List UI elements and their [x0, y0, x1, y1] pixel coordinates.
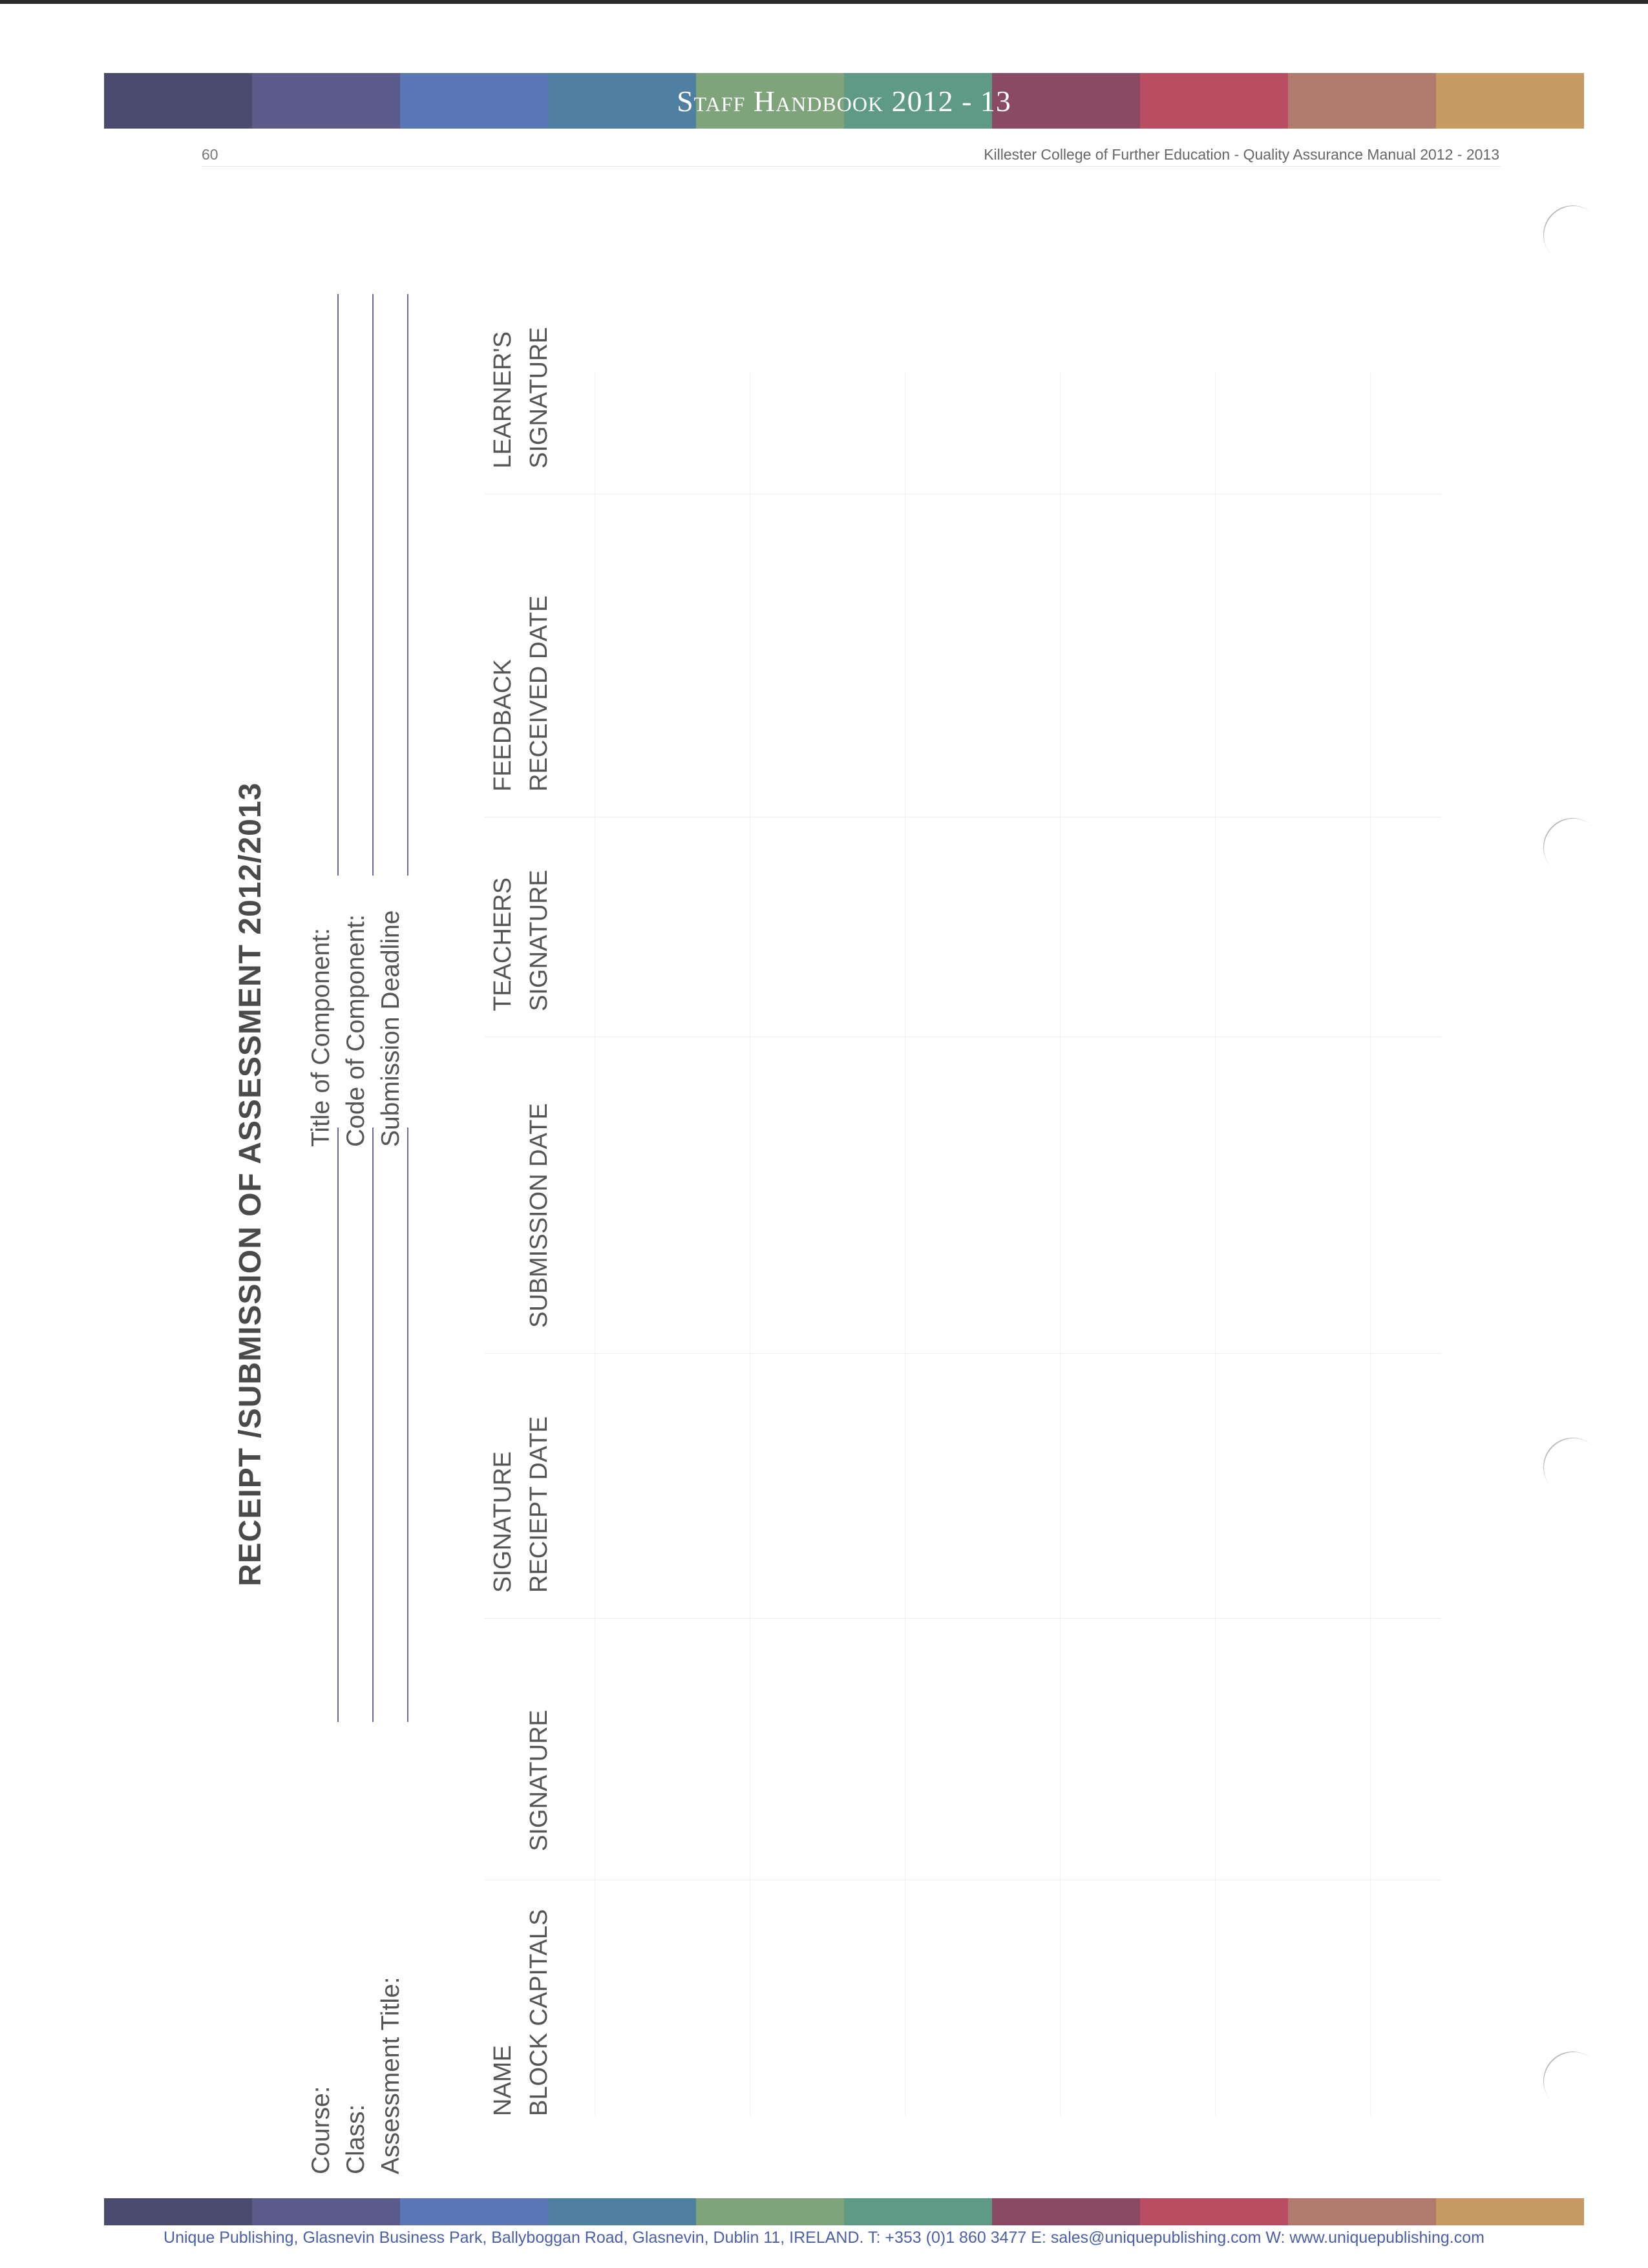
entry-row-line: [1060, 372, 1061, 2116]
column-header-feedback-date: FEEDBACK RECEIVED DATE: [485, 596, 557, 792]
band-segment: [1436, 2198, 1584, 2225]
band-segment: [104, 2198, 252, 2225]
column-header-line1: FEEDBACK: [489, 659, 516, 792]
band-segment: [400, 2198, 548, 2225]
column-header-receipt-date: SIGNATURE RECIEPT DATE: [485, 1416, 557, 1593]
band-segment: [844, 2198, 992, 2225]
column-header-line2: SIGNATURE: [525, 870, 553, 1011]
title-of-component-field: Title of Component:: [304, 275, 339, 1147]
submission-deadline-label: Submission Deadline: [377, 910, 405, 1147]
publisher-footer: Unique Publishing, Glasnevin Business Pa…: [164, 2229, 1484, 2247]
assessment-title-field: Assessment Title:: [374, 1128, 408, 2174]
band-segment: [992, 2198, 1140, 2225]
assessment-title-label: Assessment Title:: [377, 1977, 405, 2174]
handbook-title: Staff Handbook 2012 - 13: [677, 84, 1011, 118]
course-label: Course:: [307, 2086, 335, 2174]
scan-top-edge: [0, 0, 1648, 4]
course-field: Course:: [304, 1128, 339, 2174]
column-header-line1: NAME: [489, 2045, 516, 2116]
column-header-name: NAME BLOCK CAPITALS: [485, 1909, 557, 2116]
header-rule: [202, 166, 1501, 167]
submission-deadline-line[interactable]: [407, 294, 408, 876]
band-segment: [252, 2198, 400, 2225]
column-header-learners-signature: LEARNER'S SIGNATURE: [485, 327, 557, 468]
band-segment: [1140, 2198, 1288, 2225]
assessment-title-line[interactable]: [407, 1128, 408, 1722]
column-header-line1: LEARNER'S: [489, 331, 516, 468]
band-segment: [1288, 2198, 1436, 2225]
column-header-line1: TEACHERS: [489, 877, 516, 1011]
page-number: 60: [202, 146, 218, 163]
column-header-line1: [485, 1103, 521, 1328]
column-header-line2: RECIEPT DATE: [525, 1416, 553, 1593]
footer-color-band: [104, 2198, 1584, 2225]
band-segment: [696, 2198, 844, 2225]
code-of-component-label: Code of Component:: [342, 914, 370, 1147]
column-header-line1: SIGNATURE: [489, 1451, 516, 1593]
column-header-line2: RECEIVED DATE: [525, 595, 553, 792]
assessment-form: RECEIPT /SUBMISSION OF ASSESSMENT 2012/2…: [233, 210, 1590, 2174]
entry-row-line: [1370, 372, 1371, 2116]
column-header-line2: SIGNATURE: [525, 327, 553, 468]
class-field: Class:: [339, 1128, 374, 2174]
column-divider: [485, 1036, 1441, 1037]
column-header-line2: SUBMISSION DATE: [525, 1103, 553, 1328]
column-header-line2: BLOCK CAPITALS: [525, 1909, 553, 2116]
column-header-line2: SIGNATURE: [525, 1710, 553, 1851]
column-header-submission-date: SUBMISSION DATE: [485, 1103, 557, 1328]
column-divider: [485, 1353, 1441, 1354]
class-label: Class:: [342, 2104, 370, 2174]
entry-row-line: [1215, 372, 1216, 2116]
manual-title: Killester College of Further Education -…: [984, 146, 1499, 163]
submission-deadline-field: Submission Deadline: [374, 275, 408, 1147]
column-divider: [485, 1618, 1441, 1619]
column-header-teachers-signature: TEACHERS SIGNATURE: [485, 870, 557, 1011]
title-of-component-label: Title of Component:: [307, 928, 335, 1147]
column-header-line1: [485, 1710, 521, 1851]
code-of-component-field: Code of Component:: [339, 275, 374, 1147]
form-title: RECEIPT /SUBMISSION OF ASSESSMENT 2012/2…: [233, 782, 268, 1586]
column-header-signature: SIGNATURE: [485, 1710, 557, 1851]
band-segment: [548, 2198, 696, 2225]
